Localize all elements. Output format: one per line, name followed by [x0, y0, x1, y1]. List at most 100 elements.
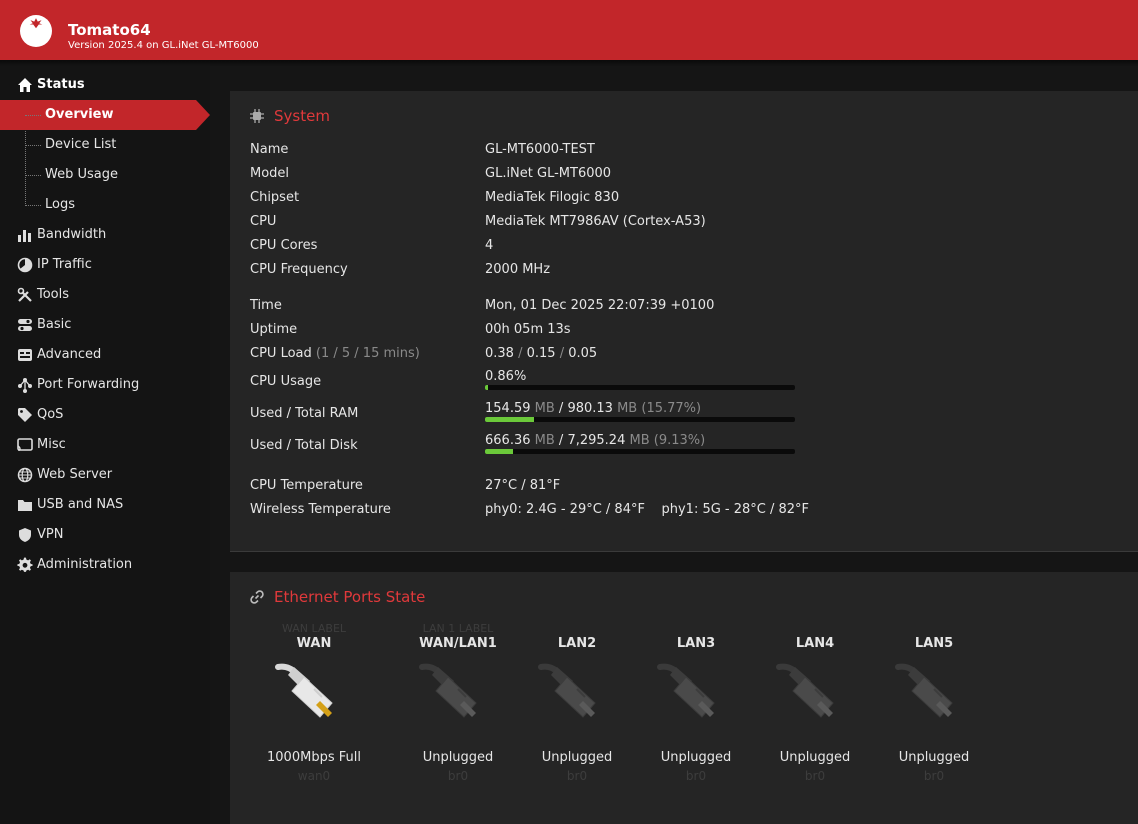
chipset-value: MediaTek Filogic 830 [485, 190, 620, 205]
header-bar: Tomato64 Version 2025.4 on GL.iNet GL-MT… [0, 0, 1138, 60]
nav-overview[interactable]: Overview [0, 100, 210, 130]
port-state: Unplugged [779, 750, 851, 765]
ethernet-cable-icon [538, 663, 596, 718]
ram-total: 980.13 [567, 401, 613, 416]
ram-bar [485, 417, 795, 422]
nav-misc[interactable]: Misc [0, 430, 210, 460]
port-ghost-label [879, 622, 989, 636]
port-interface: br0 [566, 769, 588, 783]
nav-device-list-label: Device List [45, 137, 117, 152]
port-name: LAN3 [676, 636, 716, 651]
nav-web-server-label: Web Server [37, 467, 113, 482]
nav-web-server[interactable]: Web Server [0, 460, 210, 490]
nav-port-forwarding[interactable]: Port Forwarding [0, 370, 210, 400]
ethernet-cable-icon [275, 663, 333, 718]
nav-bandwidth[interactable]: Bandwidth [0, 220, 210, 250]
ram-unit: MB [617, 401, 638, 416]
ram-bar-fill [485, 417, 534, 422]
system-title: System [274, 107, 330, 125]
name-value: GL-MT6000-TEST [485, 142, 595, 157]
disk-unit: MB [534, 433, 555, 448]
chip-icon [250, 109, 264, 123]
cast-icon [17, 438, 33, 451]
ethernet-port[interactable]: LAN5 Unplugged br0 [879, 622, 989, 783]
nav-logs[interactable]: Logs [0, 190, 210, 220]
chipset-label: Chipset [250, 190, 300, 205]
tomato-logo-icon [20, 15, 52, 47]
nav-qos-label: QoS [37, 407, 64, 422]
port-ghost-label: WAN LABEL [281, 622, 347, 635]
ram-value: 154.59 MB / 980.13 MB (15.77%) [485, 401, 701, 416]
ethernet-cable-icon [895, 663, 953, 718]
nav-web-usage[interactable]: Web Usage [0, 160, 210, 190]
link-icon [250, 590, 264, 604]
port-ghost-label: LAN 1 LABEL [422, 622, 494, 635]
disk-bar [485, 449, 795, 454]
nav-port-forwarding-label: Port Forwarding [37, 377, 140, 392]
port-interface: br0 [923, 769, 945, 783]
nav-vpn[interactable]: VPN [0, 520, 210, 550]
bar-chart-icon [18, 230, 31, 242]
uptime-value: 00h 05m 13s [485, 322, 571, 337]
name-label: Name [250, 142, 289, 157]
cpu-frequency-label: CPU Frequency [250, 262, 348, 277]
nav-advanced-label: Advanced [37, 347, 102, 362]
cpu-temp-value: 27°C / 81°F [485, 478, 561, 493]
nav-administration[interactable]: Administration [0, 550, 210, 580]
ethernet-port[interactable]: WAN LABEL WAN 1000Mbps Full wan0 [259, 622, 369, 783]
port-state: Unplugged [660, 750, 732, 765]
cpu-load-sep: / [559, 346, 565, 361]
cpu-load-sep: / [518, 346, 523, 361]
nav-advanced[interactable]: Advanced [0, 340, 210, 370]
nav-web-usage-label: Web Usage [45, 167, 118, 182]
disk-unit: MB [629, 433, 650, 448]
nav-qos[interactable]: QoS [0, 400, 210, 430]
ethernet-port[interactable]: LAN4 Unplugged br0 [760, 622, 870, 783]
port-ghost-label [522, 622, 632, 636]
port-interface: br0 [685, 769, 707, 783]
ethernet-cable-icon [419, 663, 477, 718]
tree-connector [25, 205, 41, 206]
port-state: Unplugged [541, 750, 613, 765]
ethernet-panel: Ethernet Ports State WAN LABEL WAN 1000Mbp… [230, 572, 1138, 824]
port-state: 1000Mbps Full [267, 750, 361, 765]
ethernet-port[interactable]: LAN3 Unplugged br0 [641, 622, 751, 783]
uptime-label: Uptime [250, 322, 298, 337]
folder-icon [18, 500, 32, 511]
nav-tools[interactable]: Tools [0, 280, 210, 310]
wireless-temp-value: phy0: 2.4G - 29°C / 84°F phy1: 5G - 28°C… [485, 502, 810, 517]
nav-basic[interactable]: Basic [0, 310, 210, 340]
nav-vpn-label: VPN [37, 527, 64, 542]
disk-used: 666.36 [485, 433, 531, 448]
port-interface: br0 [447, 769, 469, 783]
ram-sep: / [558, 401, 564, 416]
disk-bar-fill [485, 449, 514, 454]
ram-used: 154.59 [485, 401, 531, 416]
nav-device-list[interactable]: Device List [0, 130, 210, 160]
nav-usb-nas[interactable]: USB and NAS [0, 490, 210, 520]
port-ghost-label [760, 622, 870, 636]
ethernet-port[interactable]: LAN 1 LABEL WAN/LAN1 Unplugged br0 [403, 622, 513, 783]
port-name: LAN2 [557, 636, 597, 651]
cpu-load-hint: (1 / 5 / 15 mins) [315, 346, 420, 361]
nav-logs-label: Logs [45, 197, 75, 212]
nav-administration-label: Administration [37, 557, 133, 572]
nav-misc-label: Misc [37, 437, 66, 452]
port-name: LAN5 [914, 636, 954, 651]
network-icon [18, 378, 32, 393]
cpu-usage-bar [485, 385, 795, 390]
app-title: Tomato64 [68, 21, 151, 39]
ethernet-port[interactable]: LAN2 Unplugged br0 [522, 622, 632, 783]
ram-unit: MB [534, 401, 555, 416]
port-name: WAN/LAN1 [419, 636, 497, 651]
home-icon [18, 78, 32, 92]
system-panel: System Name GL-MT6000-TEST Model GL.iNet… [230, 91, 1138, 552]
cpu-usage-value: 0.86% [485, 369, 527, 384]
app-version: Version 2025.4 on GL.iNet GL-MT6000 [68, 40, 259, 51]
disk-sep: / [558, 433, 564, 448]
port-ghost-label [641, 622, 751, 636]
pie-chart-icon [17, 257, 33, 273]
nav-status[interactable]: Status [0, 70, 210, 100]
nav-ip-traffic[interactable]: IP Traffic [0, 250, 210, 280]
cpu-cores-value: 4 [485, 238, 494, 253]
